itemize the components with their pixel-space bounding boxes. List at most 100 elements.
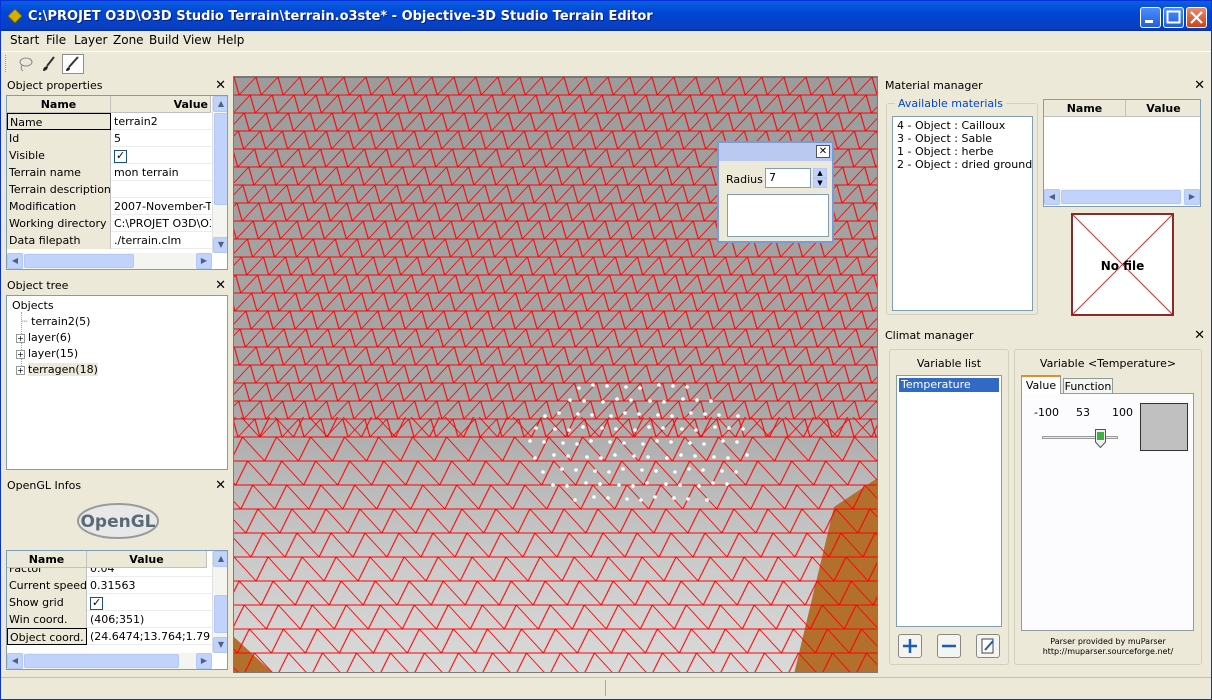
- property-row[interactable]: Modification2007-November-Tue: [7, 198, 227, 215]
- scroll-right-icon[interactable]: ▶: [196, 653, 212, 669]
- edit-variable-button[interactable]: [976, 634, 1000, 658]
- scroll-down-icon[interactable]: ▼: [213, 637, 227, 653]
- property-value[interactable]: terrain2: [111, 113, 211, 130]
- add-variable-button[interactable]: [898, 634, 922, 658]
- selection-point: [560, 467, 564, 471]
- tree-item[interactable]: ┄ terrain2(5): [21, 315, 90, 328]
- materials-list[interactable]: 4 - Object : Cailloux 3 - Object : Sable 1…: [892, 116, 1033, 311]
- scroll-thumb[interactable]: [214, 113, 227, 205]
- property-row[interactable]: Terrain description: [7, 181, 227, 198]
- scroll-up-icon[interactable]: ▲: [213, 96, 227, 112]
- scroll-left-icon[interactable]: ◀: [1044, 189, 1060, 205]
- property-row[interactable]: Working directoryC:\PROJET O3D\O3D: [7, 215, 227, 232]
- opengl-row[interactable]: Win coord. (406;351): [7, 611, 227, 628]
- expand-icon[interactable]: +: [16, 350, 25, 359]
- property-value[interactable]: C:\PROJET O3D\O3D: [111, 215, 211, 232]
- menu-start[interactable]: Start: [10, 33, 39, 47]
- scroll-right-icon[interactable]: ▶: [1184, 189, 1200, 205]
- vertical-scrollbar[interactable]: ▲ ▼: [212, 96, 227, 253]
- column-header-name[interactable]: Name: [7, 551, 87, 568]
- property-value[interactable]: 5: [111, 130, 211, 147]
- material-item[interactable]: 4 - Object : Cailloux: [897, 119, 1005, 132]
- variable-list[interactable]: Temperature: [896, 375, 1002, 627]
- property-value[interactable]: [111, 181, 211, 198]
- close-icon[interactable]: ✕: [1194, 78, 1205, 93]
- property-value[interactable]: mon terrain: [111, 164, 211, 181]
- remove-variable-button[interactable]: [937, 634, 961, 658]
- tree-item[interactable]: + layer(15): [16, 347, 78, 360]
- column-header-value[interactable]: Value: [1126, 100, 1200, 117]
- material-item[interactable]: 3 - Object : Sable: [897, 132, 992, 145]
- menu-help[interactable]: Help: [217, 33, 244, 47]
- horizontal-scrollbar[interactable]: ◀ ▶: [1044, 189, 1200, 205]
- close-icon[interactable]: ✕: [215, 78, 226, 93]
- property-row[interactable]: Id 5: [7, 130, 227, 147]
- vertical-scrollbar[interactable]: ▲ ▼: [212, 551, 227, 653]
- material-item[interactable]: 1 - Object : herbe: [897, 145, 994, 158]
- menu-file[interactable]: File: [46, 33, 66, 47]
- opengl-row[interactable]: Object coord. (24.6474;13.764;1.7912: [7, 628, 227, 645]
- column-header-name[interactable]: Name: [1044, 100, 1126, 117]
- scroll-up-icon[interactable]: ▲: [213, 551, 227, 567]
- brush-tool-button[interactable]: [38, 54, 60, 74]
- radius-input[interactable]: 7: [765, 168, 811, 188]
- scroll-thumb[interactable]: [24, 654, 179, 668]
- close-icon[interactable]: ✕: [1194, 328, 1205, 343]
- scroll-thumb[interactable]: [24, 254, 134, 268]
- horizontal-scrollbar[interactable]: ◀ ▶: [7, 653, 212, 669]
- maximize-button[interactable]: [1163, 7, 1184, 28]
- scroll-left-icon[interactable]: ◀: [7, 253, 23, 269]
- scroll-thumb[interactable]: [214, 595, 227, 633]
- property-row[interactable]: Terrain name mon terrain: [7, 164, 227, 181]
- spin-down-icon[interactable]: ▼: [813, 178, 827, 188]
- tree-root[interactable]: Objects: [12, 299, 54, 312]
- property-row[interactable]: Data filepath ./terrain.clm: [7, 232, 227, 249]
- tree-item[interactable]: + layer(6): [16, 331, 71, 344]
- close-button[interactable]: [1186, 7, 1207, 28]
- opengl-row[interactable]: Current speed 0.31563: [7, 577, 227, 594]
- opengl-row[interactable]: Show grid: [7, 594, 227, 611]
- slider-thumb[interactable]: [1095, 429, 1107, 449]
- pencil-tool-button[interactable]: [62, 54, 84, 74]
- expand-icon[interactable]: +: [16, 366, 25, 375]
- opengl-value[interactable]: [87, 594, 211, 611]
- show-grid-checkbox[interactable]: [90, 596, 103, 610]
- scroll-down-icon[interactable]: ▼: [213, 237, 227, 253]
- opengl-value[interactable]: 0.31563: [87, 577, 211, 594]
- minimize-button[interactable]: [1140, 7, 1161, 28]
- tab-value[interactable]: Value: [1021, 375, 1061, 394]
- column-header-value[interactable]: Value: [111, 96, 211, 113]
- tree-item[interactable]: + terragen(18): [16, 363, 98, 376]
- slider-track[interactable]: [1042, 436, 1118, 439]
- property-value[interactable]: 2007-November-Tue: [111, 198, 211, 215]
- visible-checkbox[interactable]: [114, 149, 127, 163]
- close-icon[interactable]: ✕: [215, 478, 226, 493]
- horizontal-scrollbar[interactable]: ◀ ▶: [7, 253, 212, 269]
- column-header-name[interactable]: Name: [7, 96, 111, 113]
- color-swatch[interactable]: [1140, 403, 1188, 451]
- property-value[interactable]: ./terrain.clm: [111, 232, 211, 249]
- scroll-right-icon[interactable]: ▶: [196, 253, 212, 269]
- menu-build[interactable]: Build: [149, 33, 179, 47]
- expand-icon[interactable]: +: [16, 334, 25, 343]
- material-item[interactable]: 2 - Object : dried ground: [897, 158, 1032, 171]
- menu-zone[interactable]: Zone: [113, 33, 144, 47]
- variable-item-temperature[interactable]: Temperature: [899, 378, 999, 392]
- opengl-value[interactable]: (406;351): [87, 611, 211, 628]
- spin-up-icon[interactable]: ▲: [813, 168, 827, 178]
- scroll-left-icon[interactable]: ◀: [7, 653, 23, 669]
- lasso-tool-button[interactable]: [14, 54, 36, 74]
- property-row[interactable]: Name terrain2: [7, 113, 227, 130]
- menu-view[interactable]: View: [183, 33, 211, 47]
- column-header-value[interactable]: Value: [87, 551, 207, 568]
- tab-function[interactable]: Function: [1063, 378, 1113, 394]
- radius-spinner[interactable]: ▲ ▼: [813, 168, 827, 188]
- parser-credit-line2[interactable]: http://muparser.sourceforge.net/: [1015, 647, 1201, 657]
- property-row[interactable]: Visible: [7, 147, 227, 164]
- menu-layer[interactable]: Layer: [74, 33, 107, 47]
- property-value[interactable]: [111, 147, 211, 164]
- opengl-value[interactable]: (24.6474;13.764;1.7912: [87, 628, 211, 645]
- close-icon[interactable]: ✕: [816, 145, 830, 158]
- close-icon[interactable]: ✕: [215, 278, 226, 293]
- scroll-thumb[interactable]: [1061, 190, 1181, 204]
